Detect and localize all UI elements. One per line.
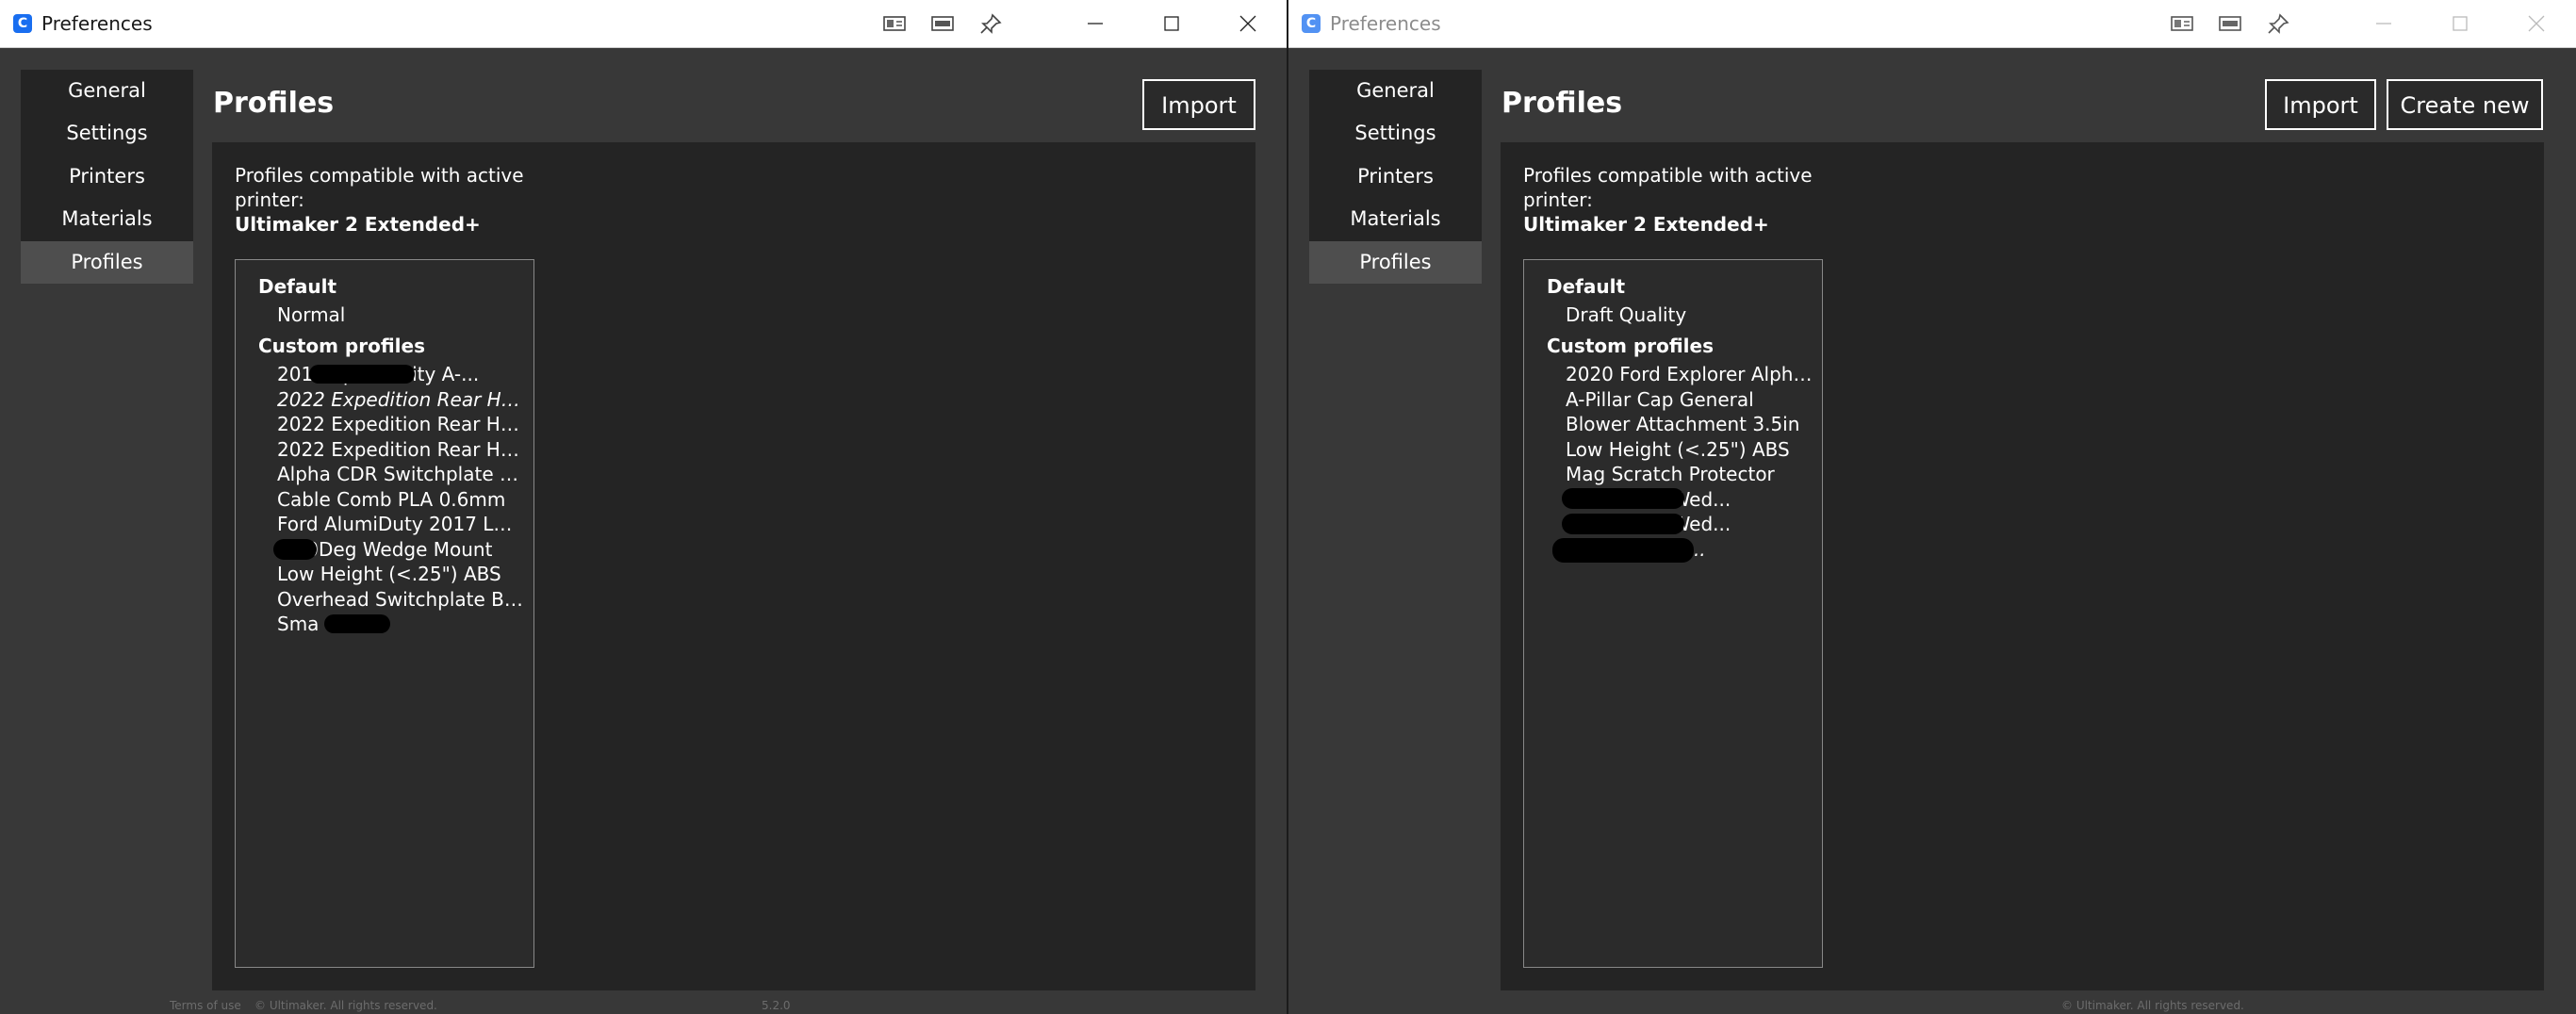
active-printer-name: Ultimaker 2 Extended+: [235, 213, 481, 236]
sidebar-item-profiles[interactable]: Profiles: [1309, 240, 1482, 284]
preferences-window-left: C Preferences General Settings Printers …: [0, 0, 1287, 1014]
profile-item[interactable]: T 60Deg Wedge Mount: [277, 537, 524, 562]
window-layout-icon[interactable]: [2171, 13, 2193, 34]
window-title: Preferences: [1330, 12, 1441, 35]
maximize-icon: [1164, 16, 1179, 31]
pin-icon[interactable]: [2267, 13, 2289, 34]
profile-item-default[interactable]: Draft Quality: [1566, 303, 1813, 327]
sidebar-item-printers[interactable]: Printers: [21, 155, 193, 198]
custom-profiles-header: Custom profiles: [258, 335, 425, 357]
preferences-sidebar: General Settings Printers Materials Prof…: [21, 70, 193, 284]
close-icon: [1239, 15, 1256, 32]
compat-caption-line-1: Profiles compatible with active: [1523, 164, 1813, 187]
sidebar-item-printers[interactable]: Printers: [1309, 155, 1482, 198]
sidebar-item-materials[interactable]: Materials: [21, 198, 193, 240]
sidebar-item-settings[interactable]: Settings: [1309, 112, 1482, 155]
cura-app-icon: C: [13, 14, 32, 33]
profile-item[interactable]: Ford AlumiDuty 2017 L10...: [277, 512, 524, 536]
maximize-button[interactable]: [2422, 0, 2498, 47]
minimize-button[interactable]: [2346, 0, 2421, 47]
window-tile-icon[interactable]: [2219, 13, 2241, 34]
minimize-icon: [1088, 23, 1103, 25]
import-button[interactable]: Import: [1142, 79, 1255, 130]
sidebar-item-profiles[interactable]: Profiles: [21, 240, 193, 284]
active-printer-name: Ultimaker 2 Extended+: [1523, 213, 1769, 236]
compat-caption-line-2: printer:: [235, 188, 304, 211]
page-title: Profiles: [1501, 87, 1623, 120]
window-layout-icon[interactable]: [883, 13, 906, 34]
profiles-list[interactable]: Default Normal Custom profiles 201 Super…: [235, 259, 534, 968]
default-profiles-header: Default: [258, 275, 337, 298]
maximize-icon: [2453, 16, 2468, 31]
default-profiles-header: Default: [1547, 275, 1626, 298]
profile-item[interactable]: Sma Cover: [277, 612, 524, 636]
title-bar[interactable]: C Preferences: [1288, 0, 2576, 48]
compatible-profiles-caption: Profiles compatible with active printer:…: [235, 163, 524, 237]
sidebar-item-settings[interactable]: Settings: [21, 112, 193, 155]
sidebar-item-materials[interactable]: Materials: [1309, 198, 1482, 240]
footer-strip: Terms of use © Ultimaker. All rights res…: [0, 995, 1287, 1014]
profile-item[interactable]: Mag Scratch Protector: [1566, 462, 1813, 486]
minimize-button[interactable]: [1058, 0, 1133, 47]
page-title: Profiles: [213, 87, 335, 120]
profile-item[interactable]: Alpha CDR Switchplate 2B...: [277, 462, 524, 486]
import-button[interactable]: Import: [2265, 79, 2376, 130]
minimize-icon: [2376, 23, 2391, 25]
profile-item[interactable]: 2020 Ford Explorer Alpha ...: [1566, 362, 1813, 386]
preferences-window-right: C Preferences General Settings Printers …: [1288, 0, 2576, 1014]
window-tile-icon[interactable]: [931, 13, 954, 34]
profile-item[interactable]: 2022 Expedition Rear Hat...: [277, 437, 524, 462]
footer-copyright: © Ultimaker. All rights reserved.: [2061, 999, 2244, 1012]
preferences-sidebar: General Settings Printers Materials Prof…: [1309, 70, 1482, 284]
compatible-profiles-caption: Profiles compatible with active printer:…: [1523, 163, 1813, 237]
cura-app-icon: C: [1302, 14, 1321, 33]
title-bar[interactable]: C Preferences: [0, 0, 1287, 48]
close-icon: [2528, 15, 2545, 32]
close-button[interactable]: [2499, 0, 2574, 47]
close-button[interactable]: [1210, 0, 1286, 47]
custom-profiles-header: Custom profiles: [1547, 335, 1714, 357]
profiles-panel: Profiles compatible with active printer:…: [212, 142, 1255, 990]
compat-caption-line-1: Profiles compatible with active: [235, 164, 524, 187]
footer-version: 5.2.0: [762, 999, 791, 1012]
profile-item[interactable]: Low Height (<.25") ABS: [1566, 437, 1813, 462]
profile-item[interactable]: Blower Attachment 3.5in: [1566, 412, 1813, 436]
profile-item-selected[interactable]: ite Plus 15de...: [1566, 537, 1813, 562]
profiles-list[interactable]: Default Draft Quality Custom profiles 20…: [1523, 259, 1823, 968]
window-title: Preferences: [41, 12, 153, 35]
maximize-button[interactable]: [1134, 0, 1209, 47]
profiles-panel: Profiles compatible with active printer:…: [1501, 142, 2544, 990]
create-new-button[interactable]: Create new: [2387, 79, 2543, 130]
footer-terms[interactable]: Terms of use: [170, 999, 241, 1012]
profile-item-default[interactable]: Normal: [277, 303, 524, 327]
profile-item[interactable]: W T Series Wed...: [1566, 512, 1813, 536]
profile-item[interactable]: Cable Comb PLA 0.6mm: [277, 487, 524, 512]
profile-item[interactable]: W T Series Wed...: [1566, 487, 1813, 512]
footer-copyright: © Ultimaker. All rights reserved.: [254, 999, 437, 1012]
compat-caption-line-2: printer:: [1523, 188, 1593, 211]
profile-item[interactable]: 2022 Expedition Rear Hat...: [277, 412, 524, 436]
profile-item[interactable]: Overhead Switchplate Bla...: [277, 587, 524, 612]
sidebar-item-general[interactable]: General: [1309, 70, 1482, 112]
pin-icon[interactable]: [979, 13, 1002, 34]
profile-item-selected[interactable]: 2022 Expedition Rear Hatc...: [277, 387, 524, 412]
sidebar-item-general[interactable]: General: [21, 70, 193, 112]
profile-item[interactable]: A-Pillar Cap General: [1566, 387, 1813, 412]
profile-item[interactable]: Low Height (<.25") ABS: [277, 562, 524, 586]
footer-strip: © Ultimaker. All rights reserved.: [1288, 995, 2576, 1014]
profile-item[interactable]: 201 Super Utility A-...: [277, 362, 524, 386]
